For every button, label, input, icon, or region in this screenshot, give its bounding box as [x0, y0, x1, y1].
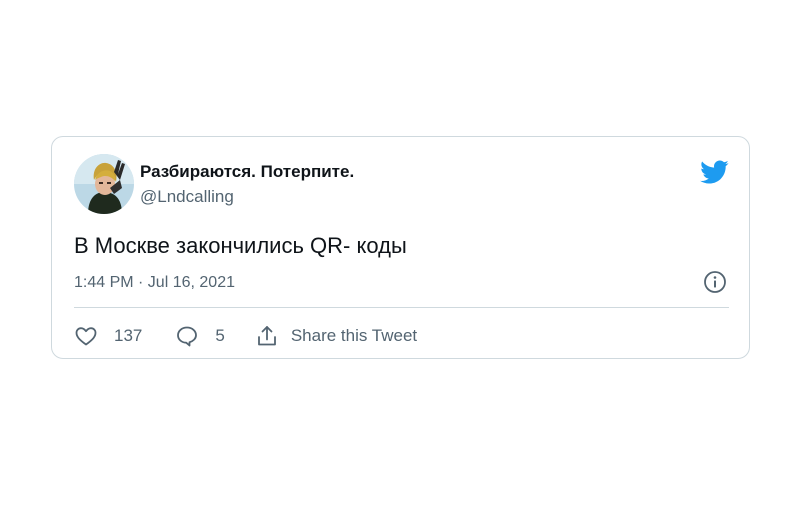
tweet-card[interactable]: Разбираются. Потерпите. @Lndcalling В Мо… [51, 136, 750, 359]
author-handle[interactable]: @Lndcalling [140, 187, 234, 207]
avatar-image [74, 154, 134, 214]
reply-button[interactable]: 5 [175, 324, 225, 348]
twitter-bird-icon[interactable] [699, 157, 729, 187]
like-button[interactable]: 137 [74, 324, 142, 348]
like-count: 137 [114, 326, 143, 345]
avatar[interactable] [74, 154, 134, 214]
tweet-text: В Москве закончились QR- коды [74, 233, 407, 258]
share-icon [257, 326, 276, 346]
heart-icon [75, 327, 97, 346]
share-label: Share this Tweet [290, 326, 418, 345]
reply-count: 5 [215, 326, 225, 345]
author-name[interactable]: Разбираются. Потерпите. [140, 162, 354, 182]
share-button[interactable]: Share this Tweet [255, 324, 417, 348]
tweet-timestamp[interactable]: 1:44 PM · Jul 16, 2021 [74, 274, 235, 292]
speech-bubble-icon [177, 326, 198, 347]
divider [74, 307, 729, 308]
info-icon[interactable] [703, 270, 727, 294]
tweet-actions: 137 5 Share this Tweet [74, 323, 417, 349]
